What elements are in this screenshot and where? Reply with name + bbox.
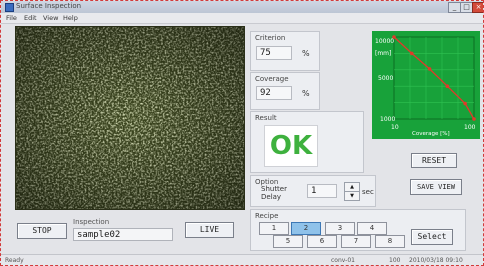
select-button[interactable]: Select <box>411 229 453 245</box>
status-conveyor: conv-01 <box>331 257 355 264</box>
stop-button[interactable]: STOP <box>17 223 67 239</box>
reset-button[interactable]: RESET <box>411 153 457 168</box>
graph-x-axis-title: Coverage [%] <box>412 131 450 137</box>
graph-y-top-label: 10000 <box>375 38 394 45</box>
menu-file[interactable]: File <box>6 14 17 22</box>
recipe-button-7[interactable]: 7 <box>341 235 371 248</box>
graph-y-bottom-label: 1000 <box>380 116 395 123</box>
recipe-button-6[interactable]: 6 <box>307 235 337 248</box>
title-bar: Surface Inspection _ □ × <box>1 1 483 13</box>
shutter-unit: sec <box>362 188 374 196</box>
coverage-group: Coverage 92 % <box>250 72 320 110</box>
recipe-button-3[interactable]: 3 <box>325 222 355 235</box>
criterion-value[interactable]: 75 <box>256 46 292 60</box>
menu-view[interactable]: View <box>43 14 58 22</box>
graph-point <box>409 51 414 56</box>
status-datetime: 2010/03/18 09:10 <box>409 257 463 264</box>
graph-point <box>472 117 476 121</box>
shutter-label: Shutter <box>261 185 287 193</box>
menu-bar: File Edit View Help <box>1 13 483 24</box>
menu-edit[interactable]: Edit <box>24 14 37 22</box>
shutter-delay-field[interactable]: 1 <box>307 184 337 198</box>
coverage-value: 92 <box>256 86 292 100</box>
stepper-down-icon[interactable]: ▼ <box>344 191 360 201</box>
criterion-group: Criterion 75 % <box>250 31 320 71</box>
recipe-button-5[interactable]: 5 <box>273 235 303 248</box>
delay-label: Delay <box>261 193 282 201</box>
graph-y-mid-label: 5000 <box>378 75 393 82</box>
graph-point <box>445 84 450 88</box>
status-bar: Ready conv-01 100 2010/03/18 09:10 <box>1 254 483 265</box>
status-ready: Ready <box>5 257 24 264</box>
app-window: Surface Inspection _ □ × File Edit View … <box>0 0 484 266</box>
coverage-title: Coverage <box>255 75 289 83</box>
graph-point <box>427 67 432 71</box>
result-indicator: OK <box>264 125 318 167</box>
graph-y-unit: [mm] <box>375 50 391 57</box>
recipe-title: Recipe <box>255 212 279 220</box>
recipe-button-4[interactable]: 4 <box>357 222 387 235</box>
graph-point <box>463 101 467 106</box>
status-count: 100 <box>389 257 401 264</box>
save-view-button[interactable]: SAVE VIEW <box>410 179 462 195</box>
close-icon[interactable]: × <box>472 2 483 13</box>
recipe-button-1[interactable]: 1 <box>259 222 289 235</box>
recipe-button-8[interactable]: 8 <box>375 235 405 248</box>
graph-x-left-label: 10 <box>391 124 399 131</box>
criterion-unit: % <box>302 49 310 58</box>
app-icon <box>5 3 14 12</box>
menu-help[interactable]: Help <box>63 14 78 22</box>
camera-image <box>16 27 244 209</box>
coverage-unit: % <box>302 89 310 98</box>
result-title: Result <box>255 114 277 122</box>
option-group: Option Shutter Delay 1 ▲ ▼ sec <box>250 175 376 207</box>
recipe-button-2[interactable]: 2 <box>291 222 321 235</box>
inspection-label: Inspection <box>73 218 110 226</box>
live-button[interactable]: LIVE <box>185 222 234 238</box>
camera-view[interactable] <box>15 26 245 210</box>
graph-x-right-label: 100 <box>464 124 476 131</box>
window-title: Surface Inspection <box>16 2 82 10</box>
criterion-title: Criterion <box>255 34 286 42</box>
inspection-name-field[interactable]: sample02 <box>73 228 173 241</box>
coverage-graph: 10000 [mm] 5000 1000 10 Coverage [%] 100 <box>372 31 480 139</box>
